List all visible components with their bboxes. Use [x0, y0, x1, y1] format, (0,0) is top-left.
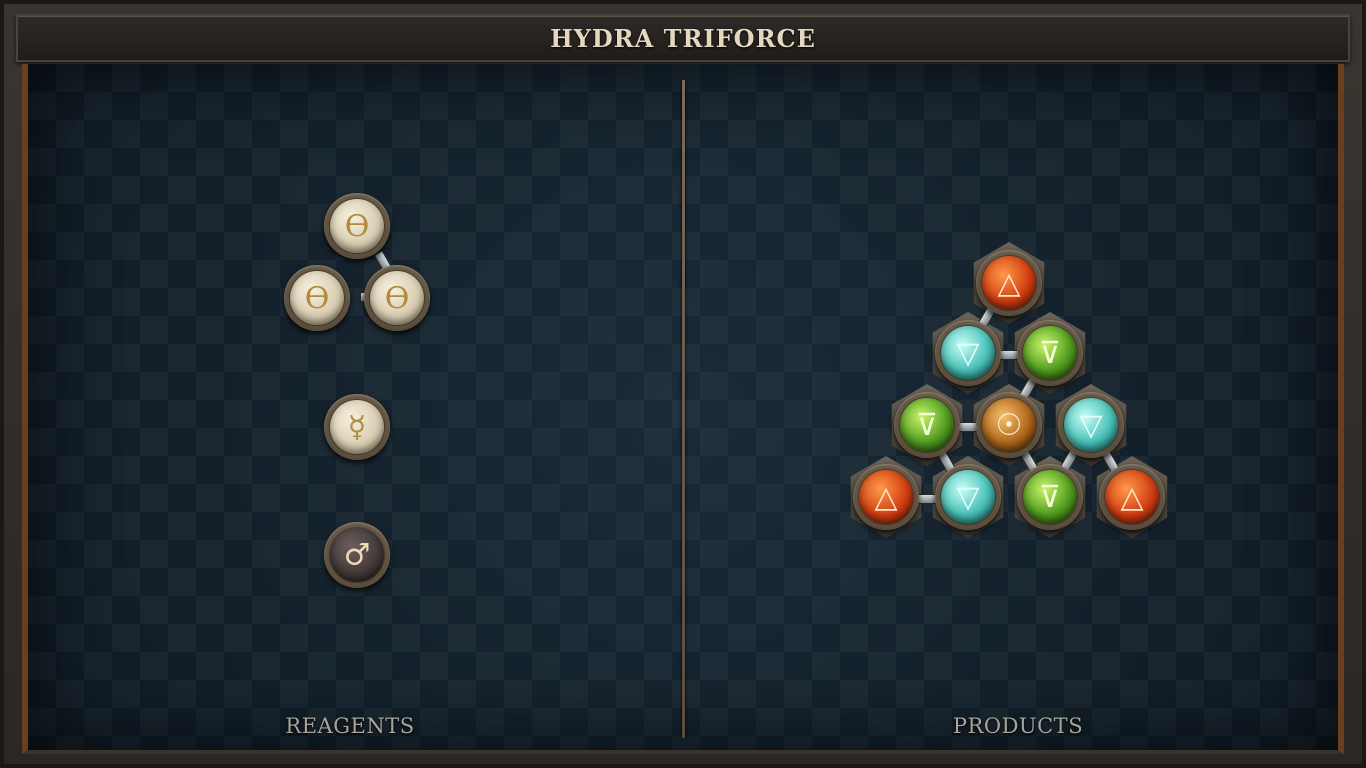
title-bar: HYDRA TRIFORCE — [16, 14, 1350, 62]
water-triangle-icon: ▽ — [1064, 398, 1118, 452]
fire-gem[interactable]: △ — [976, 250, 1042, 316]
page-title: HYDRA TRIFORCE — [550, 23, 816, 53]
theta-icon: ϴ — [330, 199, 384, 253]
earth-gem[interactable]: ⊽ — [894, 392, 960, 458]
mars-icon: ♂ — [330, 528, 384, 582]
theta-gem[interactable]: ϴ — [324, 193, 390, 259]
theta-gem[interactable]: ϴ — [284, 265, 350, 331]
water-triangle-icon: ▽ — [941, 326, 995, 380]
fire-triangle-icon: △ — [859, 470, 913, 524]
theta-icon: ϴ — [290, 271, 344, 325]
mercury-icon: ☿ — [330, 400, 384, 454]
earth-triangle-icon: ⊽ — [1023, 470, 1077, 524]
earth-gem[interactable]: ⊽ — [1017, 464, 1083, 530]
water-gem[interactable]: ▽ — [1058, 392, 1124, 458]
theta-gem[interactable]: ϴ — [364, 265, 430, 331]
fire-triangle-icon: △ — [982, 256, 1036, 310]
fire-triangle-icon: △ — [1105, 470, 1159, 524]
earth-gem[interactable]: ⊽ — [1017, 320, 1083, 386]
earth-triangle-icon: ⊽ — [1023, 326, 1077, 380]
water-gem[interactable]: ▽ — [935, 320, 1001, 386]
water-triangle-icon: ▽ — [941, 470, 995, 524]
reagents-label: REAGENTS — [285, 714, 415, 738]
sun-gem[interactable]: ☉ — [976, 392, 1042, 458]
water-gem[interactable]: ▽ — [935, 464, 1001, 530]
panel-divider — [682, 80, 685, 738]
reagent-mercury[interactable]: ☿ — [324, 394, 390, 460]
fire-gem[interactable]: △ — [853, 464, 919, 530]
earth-triangle-icon: ⊽ — [900, 398, 954, 452]
sun-icon: ☉ — [982, 398, 1036, 452]
products-label: PRODUCTS — [952, 714, 1084, 738]
reagent-mars[interactable]: ♂ — [324, 522, 390, 588]
fire-gem[interactable]: △ — [1099, 464, 1165, 530]
theta-icon: ϴ — [370, 271, 424, 325]
